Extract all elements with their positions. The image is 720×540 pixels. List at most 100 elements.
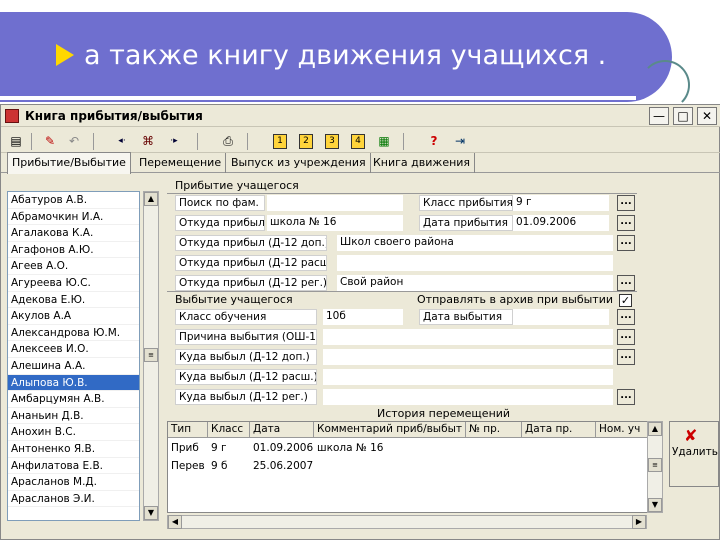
search-input[interactable] [267, 195, 403, 211]
report-2-icon[interactable]: 2 [299, 134, 313, 149]
scroll-right-icon[interactable]: ▶ [632, 515, 646, 529]
report-3-icon[interactable]: 3 [325, 134, 339, 149]
from-d12-dop-label: Откуда прибыл (Д-12 доп.) [175, 235, 327, 251]
to-d12-rassh-field[interactable] [323, 369, 613, 385]
binoculars-icon[interactable]: ⌘ [139, 132, 157, 150]
student-item[interactable]: Антоненко Я.В. [8, 441, 139, 458]
student-item[interactable]: Амбарцумян А.В. [8, 391, 139, 408]
table-cell: 9 б [211, 460, 228, 472]
student-item[interactable]: Агафонов А.Ю. [8, 242, 139, 259]
student-item[interactable]: Анохин В.С. [8, 424, 139, 441]
tab-arrival-departure[interactable]: Прибытие/Выбытие [7, 152, 131, 174]
scroll-down-icon[interactable]: ▼ [144, 506, 158, 520]
maximize-button[interactable]: □ [673, 107, 693, 125]
export-icon[interactable]: ▦ [375, 132, 393, 150]
reason-field[interactable] [323, 329, 613, 345]
from-d12-dop-picker-button[interactable]: ... [617, 235, 635, 251]
history-hscroll[interactable]: ◀ ▶ [167, 515, 647, 529]
history-vscroll[interactable]: ▲ ≡ ▼ [647, 421, 663, 513]
next-icon[interactable]: ·▸ [165, 132, 183, 150]
from-field[interactable]: школа № 16 [267, 215, 403, 231]
prev-icon[interactable]: ◂· [113, 132, 131, 150]
scroll-thumb[interactable]: ≡ [144, 348, 158, 362]
student-item[interactable]: Алексеев И.О. [8, 341, 139, 358]
student-item[interactable]: Абрамочкин И.А. [8, 209, 139, 226]
to-d12-dop-field[interactable] [323, 349, 613, 365]
arrival-date-field[interactable]: 01.09.2006 [513, 215, 609, 231]
to-d12-reg-label: Куда выбыл (Д-12 рег.) [175, 389, 317, 405]
from-d12-rassh-field[interactable] [337, 255, 613, 271]
student-item[interactable]: Алешина А.А. [8, 358, 139, 375]
delete-button[interactable]: ✘ Удалить [669, 421, 719, 487]
toolbar: ▤ ✎ ↶ ◂· ⌘ ·▸ ⎙ 1 2 3 4 ▦ ? ⇥ [1, 129, 720, 153]
student-item[interactable]: Агеев А.О. [8, 258, 139, 275]
archive-label: Отправлять в архив при выбытии [417, 293, 614, 306]
help-icon[interactable]: ? [425, 132, 443, 150]
student-list[interactable]: Абатуров А.В. Абрамочкин И.А. Агалакова … [7, 191, 140, 521]
to-d12-dop-picker-button[interactable]: ... [617, 349, 635, 365]
tab-movement-book[interactable]: Книга движения [369, 153, 476, 173]
from-d12-reg-picker-button[interactable]: ... [617, 275, 635, 291]
report-1-icon[interactable]: 1 [273, 134, 287, 149]
tab-graduation[interactable]: Выпуск из учреждения [227, 153, 371, 173]
to-d12-dop-label: Куда выбыл (Д-12 доп.) [175, 349, 317, 365]
app-window: Книга прибытия/выбытия — □ ✕ ▤ ✎ ↶ ◂· ⌘ … [0, 104, 720, 540]
student-item[interactable]: Ананьин Д.В. [8, 408, 139, 425]
study-class-field[interactable]: 10б [323, 309, 403, 325]
column-header[interactable]: Тип [168, 422, 208, 438]
from-d12-reg-field[interactable]: Свой район [337, 275, 613, 291]
arrival-date-picker-button[interactable]: ... [617, 215, 635, 231]
scroll-left-icon[interactable]: ◀ [168, 515, 182, 529]
column-header[interactable]: Комментарий приб/выбыт [314, 422, 466, 438]
history-title: История перемещений [377, 407, 511, 420]
report-4-icon[interactable]: 4 [351, 134, 365, 149]
edit-icon[interactable]: ✎ [41, 132, 59, 150]
column-header[interactable]: № пр. [466, 422, 522, 438]
departure-date-field[interactable] [513, 309, 609, 325]
scroll-thumb[interactable]: ≡ [648, 458, 662, 472]
student-item[interactable]: Агуреева Ю.С. [8, 275, 139, 292]
scroll-down-icon[interactable]: ▼ [648, 498, 662, 512]
reason-picker-button[interactable]: ... [617, 329, 635, 345]
departure-date-label: Дата выбытия [419, 309, 513, 325]
student-list-scrollbar[interactable]: ▲ ≡ ▼ [143, 191, 159, 521]
departure-section-title: Выбытие учащегося [175, 293, 293, 306]
from-d12-reg-label: Откуда прибыл (Д-12 рег.) [175, 275, 327, 291]
column-header[interactable]: Класс [208, 422, 250, 438]
column-header[interactable]: Дата пр. [522, 422, 596, 438]
student-item[interactable]: Агалакова К.А. [8, 225, 139, 242]
column-header[interactable]: Дата [250, 422, 314, 438]
to-d12-reg-field[interactable] [323, 389, 613, 405]
scroll-up-icon[interactable]: ▲ [648, 422, 662, 436]
tab-transfer[interactable]: Перемещение [135, 153, 227, 173]
table-cell: 25.06.2007 [253, 460, 314, 472]
student-item[interactable]: Александрова Ю.М. [8, 325, 139, 342]
toolbar-separator [403, 133, 404, 150]
scroll-up-icon[interactable]: ▲ [144, 192, 158, 206]
student-item[interactable]: Акулов А.А [8, 308, 139, 325]
student-item-selected[interactable]: Алыпова Ю.В. [8, 374, 139, 392]
to-d12-rassh-label: Куда выбыл (Д-12 расш.) [175, 369, 317, 385]
student-item[interactable]: Арасланов М.Д. [8, 474, 139, 491]
close-button[interactable]: ✕ [697, 107, 717, 125]
student-item[interactable]: Абатуров А.В. [8, 192, 139, 209]
exit-icon[interactable]: ⇥ [451, 132, 469, 150]
departure-date-picker-button[interactable]: ... [617, 309, 635, 325]
student-item[interactable]: Анфилатова Е.В. [8, 458, 139, 475]
student-item[interactable]: Адекова Е.Ю. [8, 292, 139, 309]
minimize-button[interactable]: — [649, 107, 669, 125]
from-d12-dop-field[interactable]: Школ своего района [337, 235, 613, 251]
table-cell: Перев [171, 460, 205, 472]
undo-icon[interactable]: ↶ [65, 132, 83, 150]
printer-icon[interactable]: ⎙ [219, 132, 237, 150]
table-cell: 01.09.2006 [253, 442, 314, 454]
toolbar-separator [197, 133, 198, 150]
list-icon[interactable]: ▤ [7, 132, 25, 150]
student-item[interactable]: Арасланов Э.И. [8, 491, 139, 508]
arrival-class-picker-button[interactable]: ... [617, 195, 635, 211]
history-table[interactable]: Тип Класс Дата Комментарий приб/выбыт № … [167, 421, 663, 513]
to-d12-reg-picker-button[interactable]: ... [617, 389, 635, 405]
arrival-class-field[interactable]: 9 г [513, 195, 609, 211]
search-label: Поиск по фам. [175, 195, 265, 211]
archive-checkbox[interactable]: ✓ [619, 294, 632, 307]
